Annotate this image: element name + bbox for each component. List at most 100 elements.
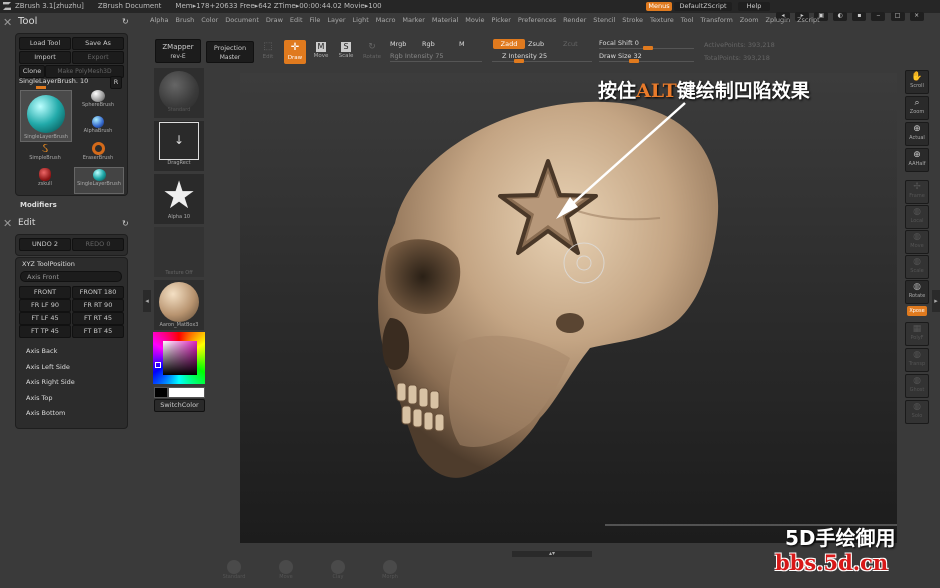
scroll-button[interactable]: ✋ Scroll [905,70,929,94]
menu-macro[interactable]: Macro [376,16,396,24]
fr-lf-90-button[interactable]: FR LF 90 [19,299,71,312]
menu-alpha[interactable]: Alpha [150,16,168,24]
save-as-button[interactable]: Save As [72,37,124,50]
bottom-brush-move[interactable]: Move [271,560,301,580]
local-button[interactable]: ◍ Local [905,205,929,229]
r-button[interactable]: R [110,76,122,89]
axis-top-item[interactable]: Axis Top [26,394,53,402]
scale-mode-button[interactable]: S Scale [336,40,356,64]
transp-button[interactable]: ◍ Transp [905,348,929,372]
thumb-alpha-brush[interactable]: AlphaBrush [76,116,120,140]
axis-back-item[interactable]: Axis Back [26,347,57,355]
ft-lf-45-button[interactable]: FT LF 45 [19,312,71,325]
alpha-button[interactable]: ★ Alpha 10 [154,174,204,224]
ft-rt-45-button[interactable]: FT RT 45 [72,312,124,325]
close-icon[interactable]: × [909,12,924,21]
menu-render[interactable]: Render [563,16,586,24]
lock-icon[interactable]: ▪ [852,12,867,21]
menu-brush[interactable]: Brush [175,16,194,24]
bottom-tray-toggle-icon[interactable]: ▴▾ [512,551,592,557]
color-picker-square[interactable] [163,341,197,375]
mrgb-button[interactable]: Mrgb [390,40,406,48]
edit-panel-refresh-icon[interactable]: ↻ [122,219,129,228]
menu-texture[interactable]: Texture [650,16,674,24]
rgb-button[interactable]: Rgb [422,40,435,48]
axis-left-side-item[interactable]: Axis Left Side [26,363,70,371]
maximize-icon[interactable]: □ [890,12,905,21]
modifiers-section[interactable]: Modifiers [20,201,57,209]
focal-shift-handle[interactable] [643,46,653,50]
menu-marker[interactable]: Marker [402,16,424,24]
ft-bt-45-button[interactable]: FT BT 45 [72,325,124,338]
draw-size-handle[interactable] [629,59,639,63]
scale-view-button[interactable]: ◍ Scale [905,255,929,279]
z-intensity-handle[interactable] [514,59,524,63]
menu-picker[interactable]: Picker [492,16,511,24]
zadd-button[interactable]: Zadd [493,39,525,49]
color-picker[interactable] [153,332,205,384]
menu-edit[interactable]: Edit [290,16,303,24]
axis-bottom-item[interactable]: Axis Bottom [26,409,65,417]
frame-button[interactable]: ✢ Frame [905,180,929,204]
draw-mode-button[interactable]: ✛ Draw [284,40,306,64]
menu-material[interactable]: Material [432,16,458,24]
menu-stroke[interactable]: Stroke [622,16,643,24]
actual-button[interactable]: ⊕ Actual [905,122,929,146]
minimize-icon[interactable]: ‒ [871,12,886,21]
import-button[interactable]: Import [19,51,71,64]
axis-front-button[interactable]: Axis Front [20,271,122,282]
default-zscript-button[interactable]: DefaultZScript [674,2,732,11]
edit-mode-button[interactable]: ⬚ Edit [258,40,278,62]
right-tray-toggle-icon[interactable]: ▸ [932,290,940,312]
export-button[interactable]: Export [72,51,124,64]
focal-shift-slider[interactable]: Focal Shift 0 [599,39,694,51]
switch-color-button[interactable]: SwitchColor [154,399,205,412]
bottom-brush-standard[interactable]: Standard [219,560,249,580]
redo-button[interactable]: REDO 0 [72,238,124,251]
menu-color[interactable]: Color [201,16,218,24]
xpose-button[interactable]: Xpose [907,306,927,316]
undo-button[interactable]: UNDO 2 [19,238,71,251]
help-button[interactable]: Help [738,2,770,11]
draw-size-slider[interactable]: Draw Size 32 [599,52,694,64]
menu-draw[interactable]: Draw [266,16,283,24]
menu-stencil[interactable]: Stencil [593,16,615,24]
move-view-button[interactable]: ◍ Move [905,230,929,254]
solo-button[interactable]: ◍ Solo [905,400,929,424]
menu-movie[interactable]: Movie [465,16,484,24]
toggle-icon[interactable]: ◐ [833,12,848,21]
rotate-view-button[interactable]: ◍ Rotate [905,280,929,304]
menu-document[interactable]: Document [225,16,259,24]
front-180-button[interactable]: FRONT 180 [72,286,124,299]
primary-color-swatch[interactable] [168,387,205,398]
polyf-button[interactable]: ▦ PolyF [905,322,929,346]
axis-right-side-item[interactable]: Axis Right Side [26,378,75,386]
brush-standard-button[interactable]: Standard [154,68,204,118]
rgb-intensity-slider[interactable]: Rgb Intensity 75 [390,52,482,62]
zmapper-button[interactable]: ZMapper rev-E [155,39,201,63]
thumb-zskull[interactable]: zskull [20,168,70,192]
menus-button[interactable]: Menus [646,2,672,11]
menu-layer[interactable]: Layer [327,16,345,24]
document-canvas[interactable] [240,73,897,543]
fr-rt-90-button[interactable]: FR RT 90 [72,299,124,312]
menu-zplugin[interactable]: Zplugin [766,16,791,24]
zoom-button[interactable]: ⌕ Zoom [905,96,929,120]
front-button[interactable]: FRONT [19,286,71,299]
thumb-eraser-brush[interactable]: EraserBrush [76,142,120,166]
ghost-button[interactable]: ◍ Ghost [905,374,929,398]
rotate-mode-button[interactable]: ↻ Rotate [361,40,383,64]
secondary-color-swatch[interactable] [154,387,168,398]
m-button[interactable]: M [459,40,465,48]
zsub-button[interactable]: Zsub [528,40,544,48]
projection-master-button[interactable]: Projection Master [206,41,254,63]
menu-preferences[interactable]: Preferences [518,16,556,24]
current-tool-slider[interactable]: SingleLayerBrush. 10 [19,77,107,89]
menu-file[interactable]: File [310,16,321,24]
zcut-button[interactable]: Zcut [563,40,578,48]
load-tool-button[interactable]: Load Tool [19,37,71,50]
stroke-dragrect-button[interactable]: ↓ DragRect [154,121,204,171]
menu-transform[interactable]: Transform [700,16,732,24]
aahalf-button[interactable]: ⊕ AAHalf [905,148,929,172]
menu-light[interactable]: Light [353,16,369,24]
